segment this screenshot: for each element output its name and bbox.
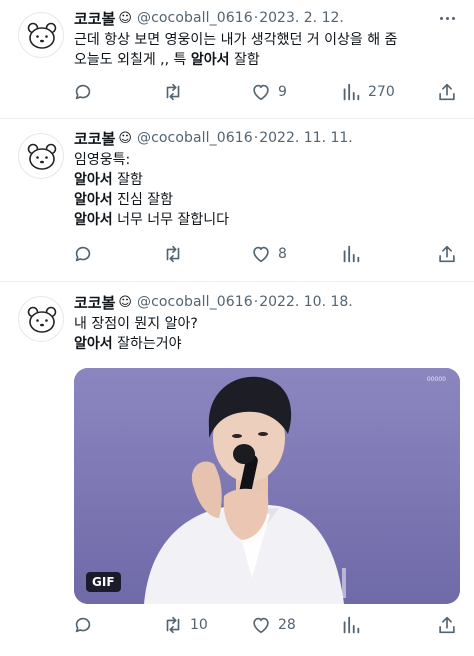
share-upload-icon [439, 83, 455, 101]
display-name[interactable]: 코코볼 [74, 292, 115, 313]
like-count: 9 [278, 84, 287, 100]
views-button[interactable] [340, 242, 368, 266]
reply-button[interactable] [72, 80, 100, 104]
tweet-date[interactable]: 2023. 2. 12. [259, 10, 344, 26]
user-handle[interactable]: @cocoball_0616 [137, 130, 253, 146]
tweet-line: 알아서 너무 너무 잘합니다 [74, 210, 460, 230]
text-segment-bold: 알아서 [190, 52, 230, 68]
tweet-line: 알아서 진심 잘함 [74, 190, 460, 210]
tweet-actions: 8 [62, 242, 462, 266]
tweet-line: 내 장점이 뭔지 알아? [74, 314, 460, 334]
reply-button[interactable] [72, 613, 100, 637]
like-button[interactable]: 9 [250, 80, 287, 104]
text-segment-bold: 알아서 [74, 192, 113, 208]
retweet-count: 10 [190, 617, 208, 633]
watermark: 00000 [426, 376, 446, 383]
user-handle[interactable]: @cocoball_0616 [137, 294, 253, 310]
tweet-actions: 10 28 [62, 613, 462, 637]
tweet-text: 근데 항상 보면 영웅이는 내가 생각했던 거 이상을 해 줌 오늘도 외칠게 … [74, 30, 460, 70]
views-bar-chart-icon [343, 245, 360, 263]
text-segment: 오늘도 외칠게 ,, 특 [74, 52, 191, 68]
gif-media[interactable]: 00000 GIF [74, 368, 460, 604]
retweet-icon [166, 616, 180, 634]
tweet-1[interactable]: 코코볼 ☺ @cocoball_0616 · 2023. 2. 12. 근데 항… [0, 0, 474, 118]
tweet-date[interactable]: 2022. 10. 18. [259, 294, 353, 310]
separator-dot: · [253, 10, 259, 26]
avatar[interactable] [18, 296, 64, 342]
views-button[interactable] [340, 613, 368, 637]
tweet-text: 임영웅특: 알아서 잘함 알아서 진심 잘함 알아서 너무 너무 잘합니다 [74, 150, 460, 230]
display-name[interactable]: 코코볼 [74, 128, 115, 149]
share-button[interactable] [436, 80, 458, 104]
bear-face-icon [27, 306, 57, 333]
text-segment: 내 장점이 뭔지 알아? [74, 316, 198, 332]
like-button[interactable]: 8 [250, 242, 287, 266]
avatar[interactable] [18, 12, 64, 58]
tweet-line: 오늘도 외칠게 ,, 특 알아서 잘함 [74, 50, 460, 70]
tweet-date[interactable]: 2022. 11. 11. [259, 130, 353, 146]
tweet-header: 코코볼 ☺ @cocoball_0616 · 2022. 11. 11. [74, 127, 353, 149]
text-segment: 너무 너무 잘합니다 [112, 212, 230, 228]
retweet-button[interactable]: 10 [162, 613, 208, 637]
share-upload-icon [439, 245, 455, 263]
text-segment: 잘함 [229, 52, 260, 68]
tweet-line: 알아서 잘함 [74, 170, 460, 190]
name-emoji: ☺ [118, 10, 132, 26]
bear-face-icon [27, 143, 57, 170]
user-handle[interactable]: @cocoball_0616 [137, 10, 253, 26]
more-icon[interactable] [434, 7, 460, 29]
bear-face-icon [27, 22, 57, 49]
text-segment-bold: 알아서 [74, 336, 113, 352]
views-button[interactable]: 270 [340, 80, 395, 104]
retweet-button[interactable] [162, 242, 190, 266]
tweet-line: 알아서 잘하는거야 [74, 334, 460, 354]
reply-button[interactable] [72, 242, 100, 266]
view-count: 270 [368, 84, 395, 100]
tweet-actions: 9 270 [62, 80, 462, 104]
text-segment-bold: 알아서 [74, 172, 113, 188]
share-upload-icon [439, 616, 455, 634]
views-bar-chart-icon [343, 616, 360, 634]
avatar[interactable] [18, 133, 64, 179]
retweet-icon [166, 245, 180, 263]
views-bar-chart-icon [343, 83, 360, 101]
like-button[interactable]: 28 [250, 613, 296, 637]
name-emoji: ☺ [118, 130, 132, 146]
heart-icon [253, 617, 269, 634]
text-segment: 진심 잘함 [112, 192, 174, 208]
text-segment-bold: 알아서 [74, 212, 113, 228]
separator-dot: · [253, 294, 259, 310]
like-count: 28 [278, 617, 296, 633]
retweet-icon [166, 83, 180, 101]
tweet-line: 임영웅특: [74, 150, 460, 170]
tweet-line: 근데 항상 보면 영웅이는 내가 생각했던 거 이상을 해 줌 [74, 30, 460, 50]
display-name[interactable]: 코코볼 [74, 8, 115, 29]
tweet-text: 내 장점이 뭔지 알아? 알아서 잘하는거야 [74, 314, 460, 354]
share-button[interactable] [436, 613, 458, 637]
text-segment: 근데 항상 보면 영웅이는 내가 생각했던 거 이상을 해 줌 [74, 32, 398, 48]
name-emoji: ☺ [118, 294, 132, 310]
reply-bubble-icon [75, 246, 91, 262]
performer-image [74, 368, 460, 604]
like-count: 8 [278, 246, 287, 262]
tweet-header: 코코볼 ☺ @cocoball_0616 · 2022. 10. 18. [74, 291, 353, 313]
tweet-2[interactable]: 코코볼 ☺ @cocoball_0616 · 2022. 11. 11. 임영웅… [0, 119, 474, 281]
text-segment: 임영웅특: [74, 152, 131, 168]
heart-icon [253, 246, 269, 263]
text-segment: 잘함 [112, 172, 143, 188]
gif-badge[interactable]: GIF [86, 572, 121, 592]
tweet-header: 코코볼 ☺ @cocoball_0616 · 2023. 2. 12. [74, 7, 344, 29]
separator-dot: · [253, 130, 259, 146]
reply-bubble-icon [75, 617, 91, 633]
heart-icon [253, 84, 269, 101]
share-button[interactable] [436, 242, 458, 266]
reply-bubble-icon [75, 84, 91, 100]
retweet-button[interactable] [162, 80, 190, 104]
text-segment: 잘하는거야 [112, 336, 182, 352]
